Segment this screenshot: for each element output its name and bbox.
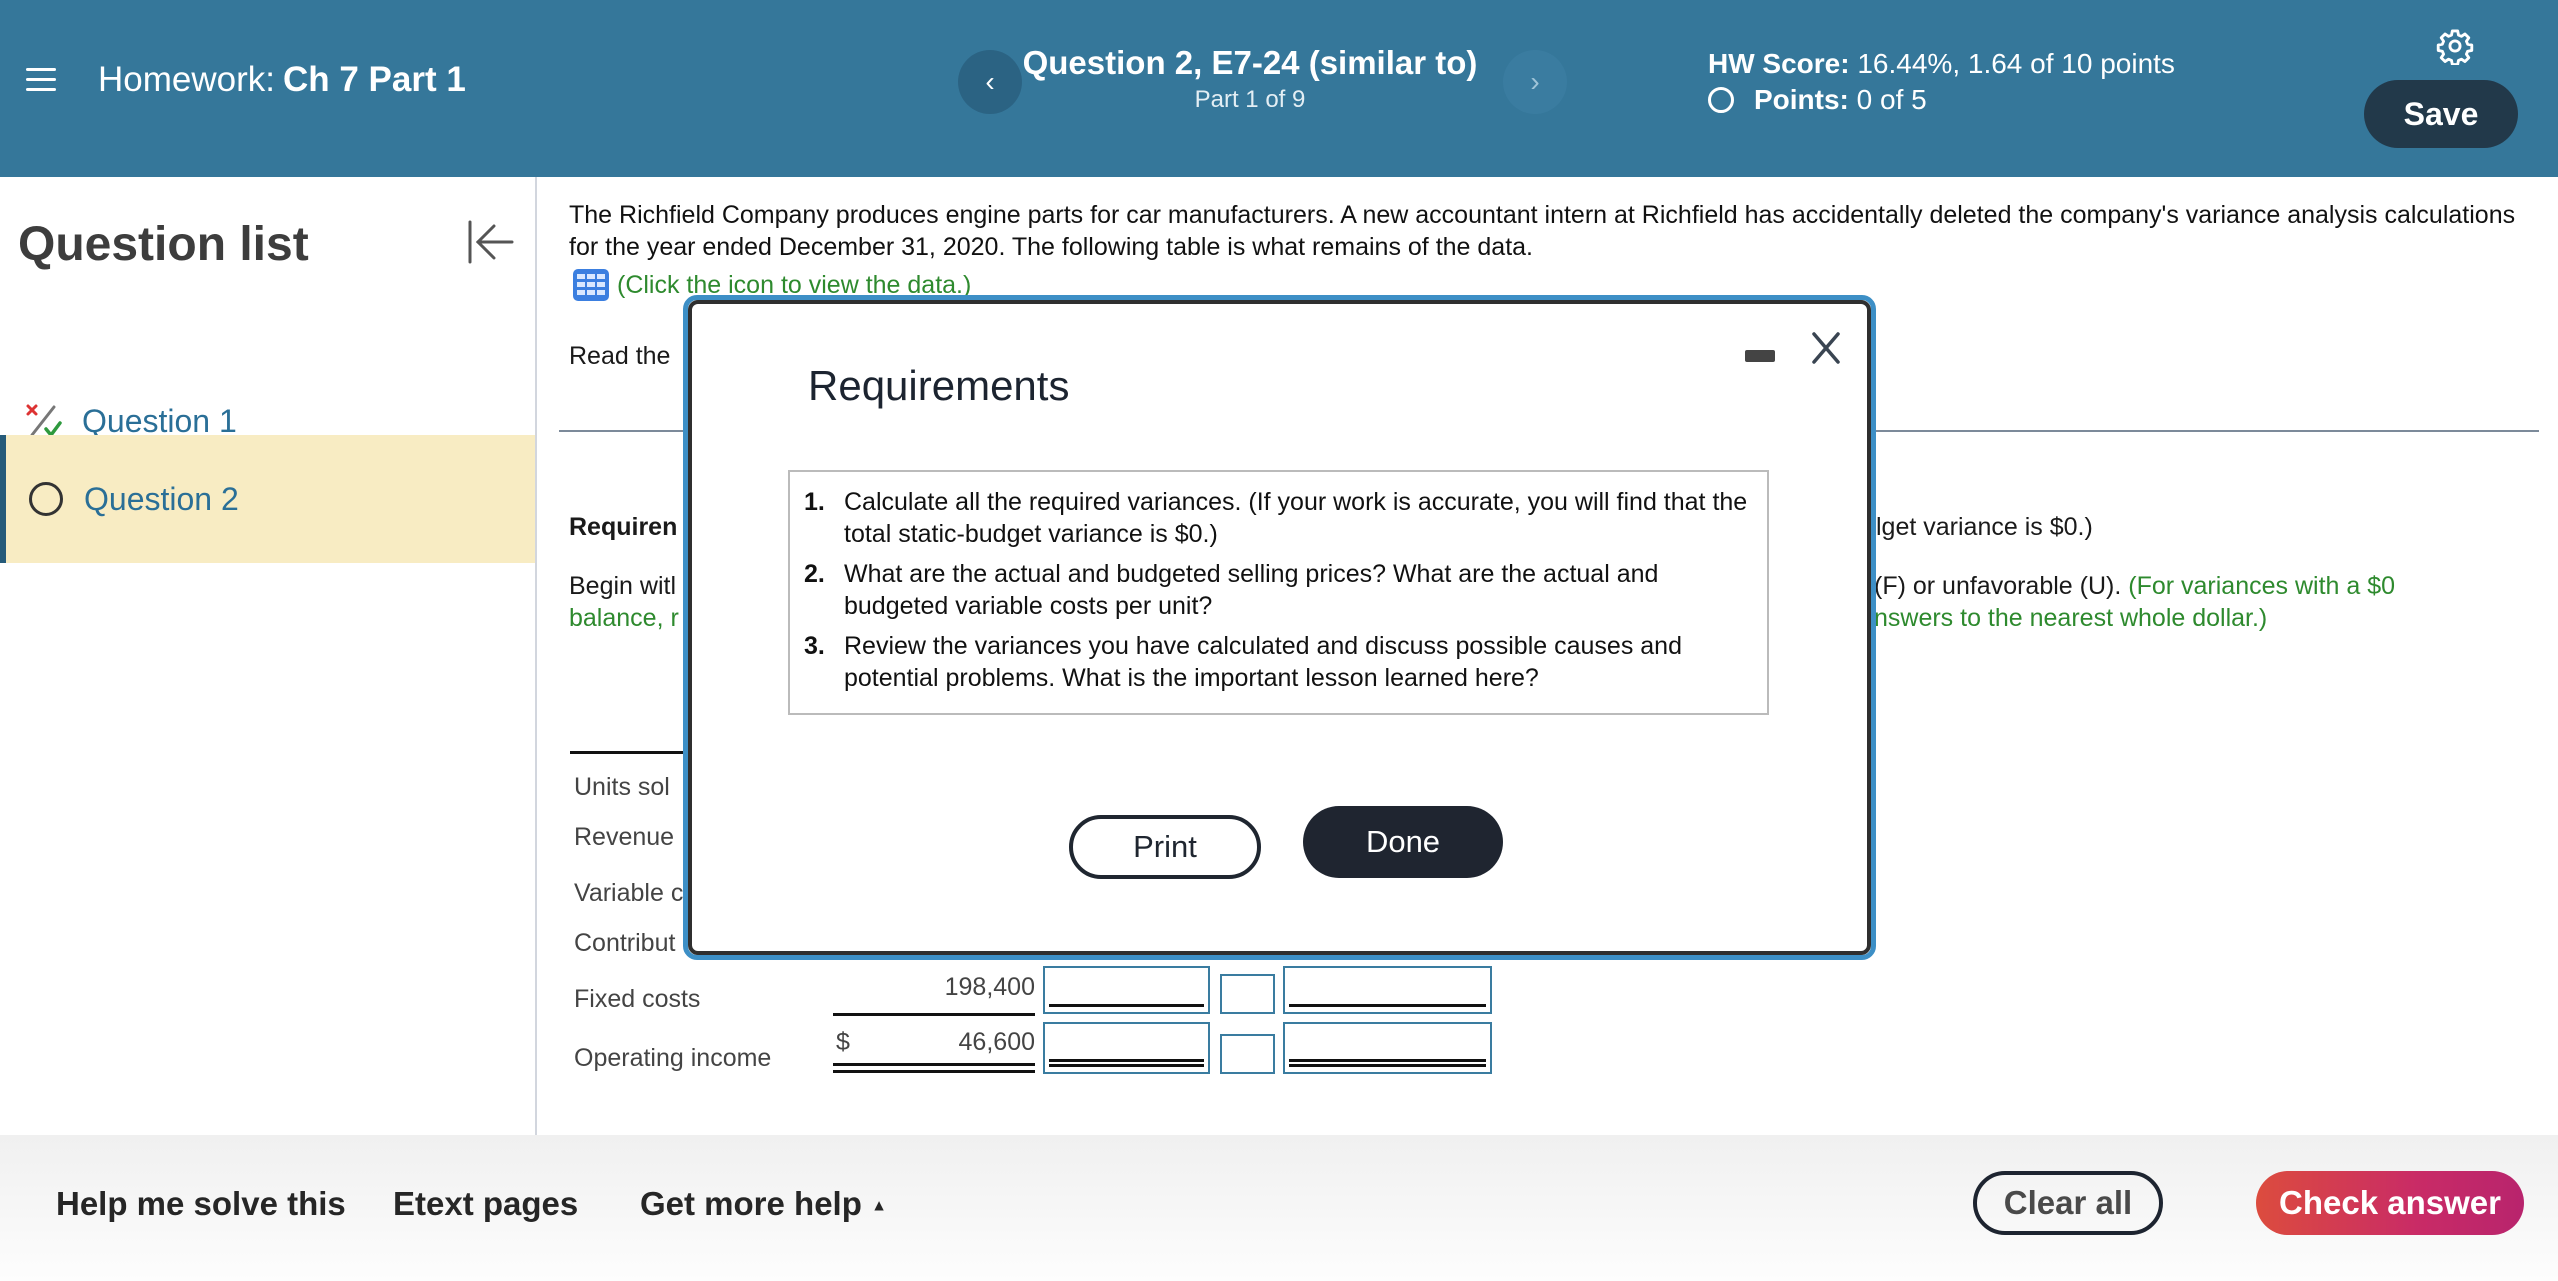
question-title: Question 2, E7-24 (similar to) xyxy=(1022,44,1478,81)
instruction-text-left: Begin witl balance, r xyxy=(569,570,679,634)
requirement-text: Review the variances you have calculated… xyxy=(844,632,1682,692)
row-label-variable-costs: Variable c xyxy=(574,879,684,907)
close-icon[interactable] xyxy=(1806,328,1846,368)
gear-icon[interactable] xyxy=(2436,27,2474,66)
operating-income-currency: $ xyxy=(836,1028,850,1056)
read-requirements-text: Read the xyxy=(569,342,671,370)
fixed-costs-flexible-input[interactable] xyxy=(1043,966,1210,1014)
points-value: 0 of 5 xyxy=(1856,84,1927,115)
row-label-fixed-costs: Fixed costs xyxy=(574,985,701,1013)
operating-income-fu-select[interactable] xyxy=(1220,1034,1275,1074)
question-intro: The Richfield Company produces engine pa… xyxy=(569,201,2516,261)
operating-income-double-underline-1 xyxy=(833,1063,1035,1066)
requirement-item: 2. What are the actual and budgeted sell… xyxy=(804,558,1753,622)
requirements-dialog: Requirements 1. Calculate all the requir… xyxy=(683,295,1876,960)
footer-bar: Help me solve this Etext pages Get more … xyxy=(0,1135,2558,1281)
fixed-costs-variance-input[interactable] xyxy=(1283,966,1492,1014)
points-label: Points: xyxy=(1754,84,1849,115)
done-button[interactable]: Done xyxy=(1303,806,1503,878)
row-label-operating-income: Operating income xyxy=(574,1044,772,1072)
check-answer-button[interactable]: Check answer xyxy=(2256,1171,2524,1235)
requirement-label: Requiren xyxy=(569,513,678,541)
requirement-number: 2. xyxy=(804,560,825,588)
question-list-title: Question list xyxy=(18,218,309,271)
instruction-line-1: Begin witl xyxy=(569,572,676,600)
minimize-icon[interactable] xyxy=(1745,350,1775,362)
points: Points: 0 of 5 xyxy=(1708,84,1927,116)
requirement-item: 3. Review the variances you have calcula… xyxy=(804,630,1753,694)
table-data-icon[interactable] xyxy=(573,269,609,301)
requirement-text-tail: lget variance is $0.) xyxy=(1876,513,2093,541)
instruction-line-2: balance, r xyxy=(569,604,679,632)
question-1-label: Question 1 xyxy=(82,402,237,439)
hw-score: HW Score: 16.44%, 1.64 of 10 points xyxy=(1708,48,2175,80)
chevron-left-icon: ‹ xyxy=(985,66,995,97)
operating-income-flexible-input[interactable] xyxy=(1043,1022,1210,1074)
row-label-revenues: Revenue xyxy=(574,823,675,851)
etext-pages-link[interactable]: Etext pages xyxy=(393,1185,578,1223)
clear-all-button[interactable]: Clear all xyxy=(1973,1171,2163,1235)
top-header: Homework: Ch 7 Part 1 ‹ Question 2, E7-24… xyxy=(0,0,2558,177)
instruction-hint-2: nswers to the nearest whole dollar.) xyxy=(1874,604,2268,632)
question-2-label: Question 2 xyxy=(84,480,239,517)
row-label-contribution-margin: Contribut xyxy=(574,929,676,957)
chevron-right-icon: › xyxy=(1530,66,1540,97)
points-status-icon xyxy=(1708,87,1734,113)
instruction-text-right: (F) or unfavorable (U). (For variances w… xyxy=(1874,570,2395,634)
get-more-help-link[interactable]: Get more help ▲ xyxy=(640,1185,887,1223)
requirement-text: Calculate all the required variances. (I… xyxy=(844,488,1748,548)
collapse-left-icon[interactable] xyxy=(466,219,516,265)
operating-income-value: 46,600 xyxy=(958,1028,1035,1056)
requirements-list: 1. Calculate all the required variances.… xyxy=(804,486,1753,702)
homework-title: Homework: Ch 7 Part 1 xyxy=(98,60,466,100)
dialog-title: Requirements xyxy=(808,362,1070,409)
hw-score-label: HW Score: xyxy=(1708,48,1850,79)
help-me-solve-this-link[interactable]: Help me solve this xyxy=(56,1185,346,1223)
hamburger-menu-icon[interactable] xyxy=(26,66,56,92)
save-button[interactable]: Save xyxy=(2364,80,2518,148)
operating-income-variance-input[interactable] xyxy=(1283,1022,1492,1074)
homework-label: Homework: xyxy=(98,60,275,99)
sidebar-item-question-2[interactable]: Question 2 xyxy=(0,435,535,563)
next-question-button[interactable]: › xyxy=(1503,50,1567,114)
requirement-number: 3. xyxy=(804,632,825,660)
instruction-fu-text: (F) or unfavorable (U). xyxy=(1874,572,2122,600)
instruction-hint-1: (For variances with a $0 xyxy=(2128,572,2396,600)
requirement-item: 1. Calculate all the required variances.… xyxy=(804,486,1753,550)
hw-score-value: 16.44%, 1.64 of 10 points xyxy=(1857,48,2175,79)
homework-name: Ch 7 Part 1 xyxy=(282,60,466,99)
requirement-number: 1. xyxy=(804,488,825,516)
fixed-costs-value: 198,400 xyxy=(944,973,1035,1001)
question-list-sidebar: Question list Question 1 Question 2 xyxy=(0,177,537,1135)
print-button[interactable]: Print xyxy=(1069,815,1261,879)
row-label-units-sold: Units sol xyxy=(574,773,670,801)
fixed-costs-fu-select[interactable] xyxy=(1220,974,1275,1014)
requirement-text: What are the actual and budgeted selling… xyxy=(844,560,1659,620)
caret-up-icon: ▲ xyxy=(871,1197,887,1215)
empty-circle-icon xyxy=(26,479,66,519)
table-top-rule xyxy=(570,751,690,754)
requirements-box: 1. Calculate all the required variances.… xyxy=(788,470,1769,715)
get-more-help-label: Get more help xyxy=(640,1185,862,1222)
fixed-costs-underline xyxy=(833,1013,1035,1016)
question-part: Part 1 of 9 xyxy=(1194,86,1306,113)
operating-income-double-underline-2 xyxy=(833,1070,1035,1073)
